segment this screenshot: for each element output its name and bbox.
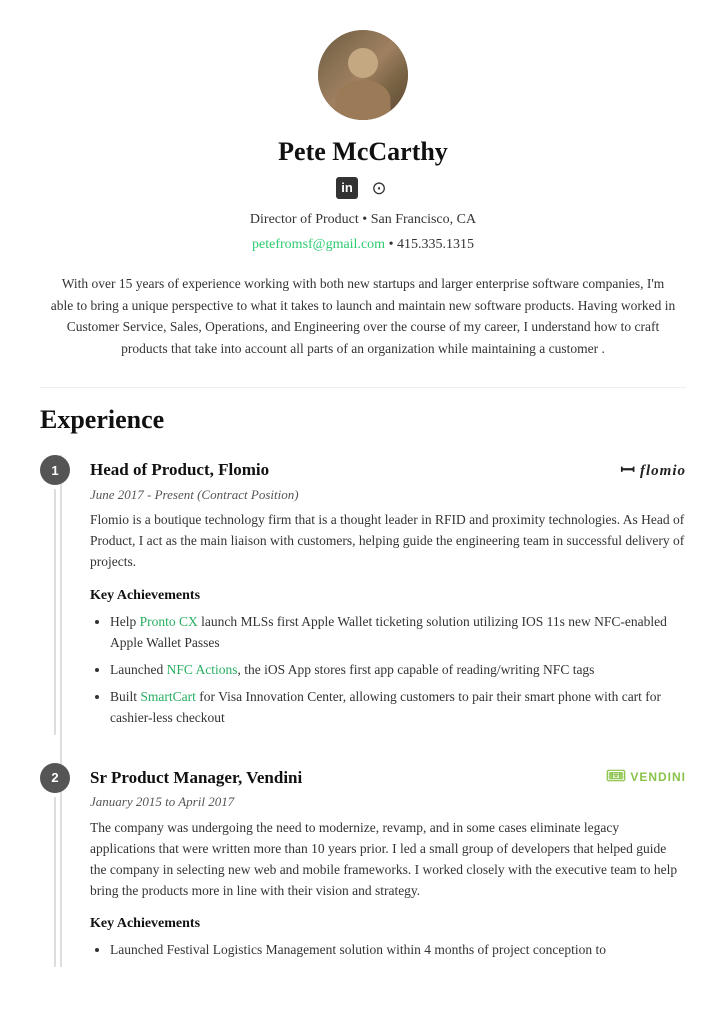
- achievements-title-1: Key Achievements: [90, 585, 686, 606]
- avatar-image: [318, 30, 408, 120]
- job-header-2: Sr Product Manager, Vendini 🎟 VENDINI: [90, 765, 686, 793]
- header-section: Pete McCarthy in ⊙ Director of Product •…: [40, 30, 686, 255]
- timeline-marker-1: 1: [40, 455, 70, 734]
- job-title-1: Head of Product, Flomio: [90, 457, 269, 483]
- timeline-number-2: 2: [40, 763, 70, 793]
- flomio-icon: ꟷ: [620, 457, 635, 484]
- nfc-actions-link[interactable]: NFC Actions: [167, 662, 238, 677]
- job-date-1: June 2017 - Present (Contract Position): [90, 485, 686, 505]
- location: San Francisco, CA: [371, 212, 476, 227]
- timeline-number-1: 1: [40, 455, 70, 485]
- resume-page: Pete McCarthy in ⊙ Director of Product •…: [0, 0, 726, 1035]
- vendini-logo: 🎟 VENDINI: [606, 765, 686, 789]
- achievements-title-2: Key Achievements: [90, 913, 686, 934]
- contact-info: petefromsf@gmail.com • 415.335.1315: [40, 234, 686, 255]
- achievement-item: Launched Festival Logistics Management s…: [110, 940, 686, 961]
- vendini-wordmark: VENDINI: [630, 768, 686, 786]
- job-title-2: Sr Product Manager, Vendini: [90, 765, 302, 791]
- achievements-list-2: Launched Festival Logistics Management s…: [90, 940, 686, 961]
- name: Pete McCarthy: [40, 132, 686, 171]
- linkedin-icon[interactable]: in: [336, 177, 358, 199]
- avatar-wrapper: [40, 30, 686, 120]
- job-content-2: Sr Product Manager, Vendini 🎟 VENDINI Ja…: [90, 763, 686, 968]
- summary-text: With over 15 years of experience working…: [51, 276, 676, 356]
- phone: 415.335.1315: [397, 237, 474, 252]
- job-header-1: Head of Product, Flomio ꟷ 𝔆flomio: [90, 457, 686, 485]
- timeline-item-2: 2 Sr Product Manager, Vendini 🎟 VENDINI …: [40, 763, 686, 968]
- title-location: Director of Product • San Francisco, CA: [40, 209, 686, 230]
- social-icons: in ⊙: [40, 177, 686, 199]
- job-date-2: January 2015 to April 2017: [90, 792, 686, 812]
- experience-title: Experience: [40, 387, 686, 439]
- achievement-item: Built SmartCart for Visa Innovation Cent…: [110, 687, 686, 729]
- flomio-wordmark: 𝔆flomio: [639, 460, 686, 483]
- flomio-logo: ꟷ 𝔆flomio: [620, 457, 686, 484]
- pronto-cx-link[interactable]: Pronto CX: [140, 614, 198, 629]
- timeline-line-2: [54, 797, 56, 968]
- timeline: 1 Head of Product, Flomio ꟷ 𝔆flomio June…: [40, 455, 686, 967]
- timeline-item-1: 1 Head of Product, Flomio ꟷ 𝔆flomio June…: [40, 455, 686, 734]
- job-content-1: Head of Product, Flomio ꟷ 𝔆flomio June 2…: [90, 455, 686, 734]
- summary-section: With over 15 years of experience working…: [40, 273, 686, 359]
- job-description-2: The company was undergoing the need to m…: [90, 818, 686, 902]
- job-title: Director of Product: [250, 212, 359, 227]
- achievement-item: Help Pronto CX launch MLSs first Apple W…: [110, 612, 686, 654]
- achievement-item: Launched NFC Actions, the iOS App stores…: [110, 660, 686, 681]
- timeline-marker-2: 2: [40, 763, 70, 968]
- separator: •: [362, 212, 370, 227]
- timeline-line-1: [54, 489, 56, 734]
- contact-separator: •: [389, 237, 397, 252]
- smartcart-link[interactable]: SmartCart: [140, 689, 196, 704]
- experience-section: Experience 1 Head of Product, Flomio ꟷ 𝔆…: [40, 387, 686, 967]
- github-icon[interactable]: ⊙: [368, 177, 390, 199]
- achievements-list-1: Help Pronto CX launch MLSs first Apple W…: [90, 612, 686, 729]
- vendini-icon: 🎟: [606, 765, 626, 789]
- email-link[interactable]: petefromsf@gmail.com: [252, 237, 385, 252]
- job-description-1: Flomio is a boutique technology firm tha…: [90, 510, 686, 573]
- avatar: [318, 30, 408, 120]
